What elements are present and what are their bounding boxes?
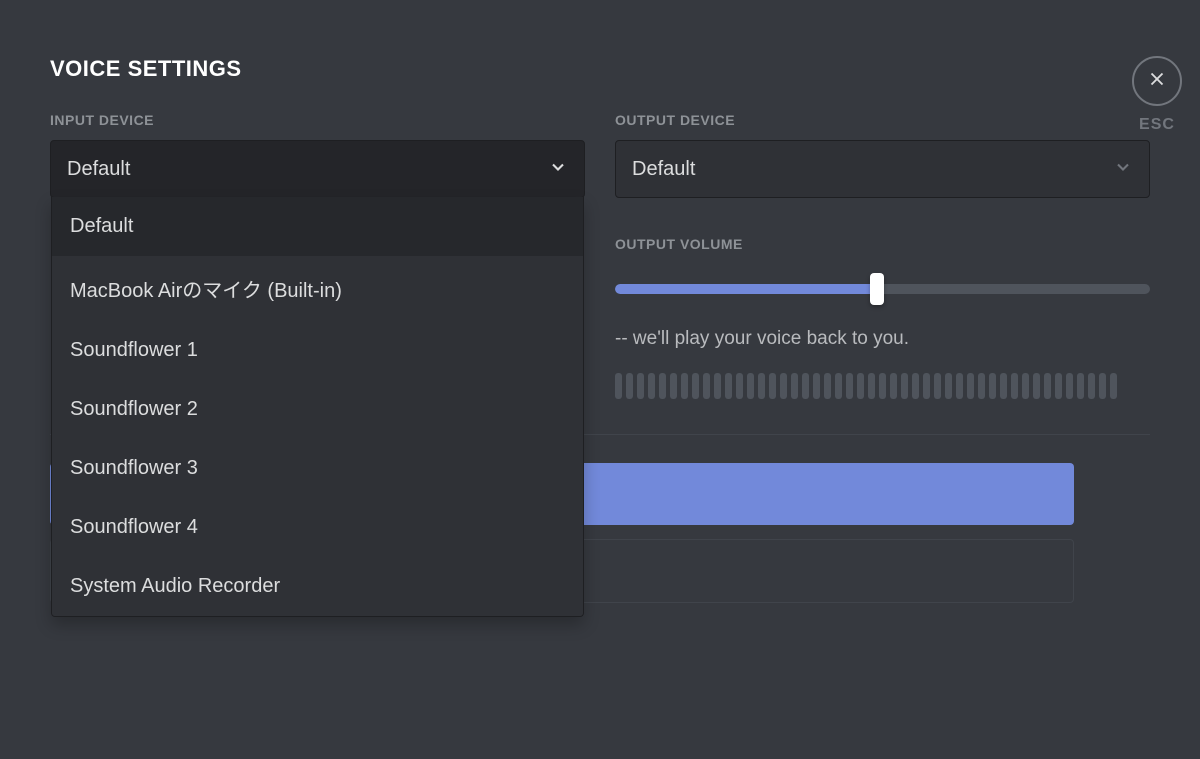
meter-segment	[1033, 373, 1040, 399]
meter-segment	[703, 373, 710, 399]
meter-segment	[923, 373, 930, 399]
meter-segment	[626, 373, 633, 399]
meter-segment	[725, 373, 732, 399]
meter-segment	[769, 373, 776, 399]
meter-segment	[692, 373, 699, 399]
meter-segment	[912, 373, 919, 399]
meter-segment	[758, 373, 765, 399]
input-device-selected-value: Default	[67, 158, 130, 181]
close-hint: ESC	[1139, 116, 1175, 134]
input-device-option[interactable]: Soundflower 4	[52, 498, 583, 557]
chevron-down-icon	[1113, 157, 1133, 182]
input-device-option[interactable]: Soundflower 2	[52, 380, 583, 439]
mic-test-hint: -- we'll play your voice back to you.	[615, 328, 1150, 350]
output-device-section: OUTPUT DEVICE Default OUTPUT VOLUME -- w…	[615, 112, 1150, 400]
meter-segment	[637, 373, 644, 399]
meter-segment	[802, 373, 809, 399]
meter-segment	[1088, 373, 1095, 399]
meter-segment	[934, 373, 941, 399]
meter-segment	[967, 373, 974, 399]
meter-segment	[824, 373, 831, 399]
meter-segment	[857, 373, 864, 399]
meter-segment	[714, 373, 721, 399]
meter-segment	[1099, 373, 1106, 399]
input-device-option[interactable]: System Audio Recorder	[52, 557, 583, 616]
meter-segment	[978, 373, 985, 399]
meter-segment	[945, 373, 952, 399]
meter-segment	[813, 373, 820, 399]
meter-segment	[1022, 373, 1029, 399]
meter-segment	[956, 373, 963, 399]
meter-segment	[868, 373, 875, 399]
meter-segment	[736, 373, 743, 399]
meter-segment	[901, 373, 908, 399]
meter-segment	[1055, 373, 1062, 399]
meter-segment	[835, 373, 842, 399]
meter-segment	[989, 373, 996, 399]
close-button[interactable]	[1132, 56, 1182, 106]
input-device-option[interactable]: MacBook Airのマイク (Built-in)	[52, 256, 583, 321]
meter-segment	[615, 373, 622, 399]
meter-segment	[780, 373, 787, 399]
meter-segment	[1110, 373, 1117, 399]
output-device-selected-value: Default	[632, 158, 695, 181]
output-volume-label: OUTPUT VOLUME	[615, 236, 1150, 252]
meter-segment	[648, 373, 655, 399]
meter-segment	[791, 373, 798, 399]
meter-segment	[1011, 373, 1018, 399]
mic-level-meter	[615, 372, 1150, 400]
input-device-option[interactable]: Soundflower 1	[52, 321, 583, 380]
meter-segment	[659, 373, 666, 399]
input-device-dropdown: DefaultMacBook Airのマイク (Built-in)Soundfl…	[51, 197, 584, 617]
input-device-select[interactable]: Default DefaultMacBook Airのマイク (Built-in…	[50, 140, 585, 198]
meter-segment	[890, 373, 897, 399]
input-device-section: INPUT DEVICE Default DefaultMacBook Airの…	[50, 112, 585, 400]
input-device-option[interactable]: Soundflower 3	[52, 439, 583, 498]
slider-thumb[interactable]	[870, 273, 884, 305]
meter-segment	[879, 373, 886, 399]
meter-segment	[1000, 373, 1007, 399]
meter-segment	[670, 373, 677, 399]
chevron-down-icon	[548, 157, 568, 182]
meter-segment	[846, 373, 853, 399]
output-device-select[interactable]: Default	[615, 140, 1150, 198]
output-volume-slider[interactable]	[615, 278, 1150, 300]
page-title: VOICE SETTINGS	[50, 56, 1150, 82]
meter-segment	[681, 373, 688, 399]
close-icon	[1146, 68, 1168, 95]
meter-segment	[1077, 373, 1084, 399]
meter-segment	[747, 373, 754, 399]
output-device-label: OUTPUT DEVICE	[615, 112, 1150, 128]
input-device-label: INPUT DEVICE	[50, 112, 585, 128]
input-device-option[interactable]: Default	[52, 197, 583, 256]
meter-segment	[1066, 373, 1073, 399]
meter-segment	[1044, 373, 1051, 399]
